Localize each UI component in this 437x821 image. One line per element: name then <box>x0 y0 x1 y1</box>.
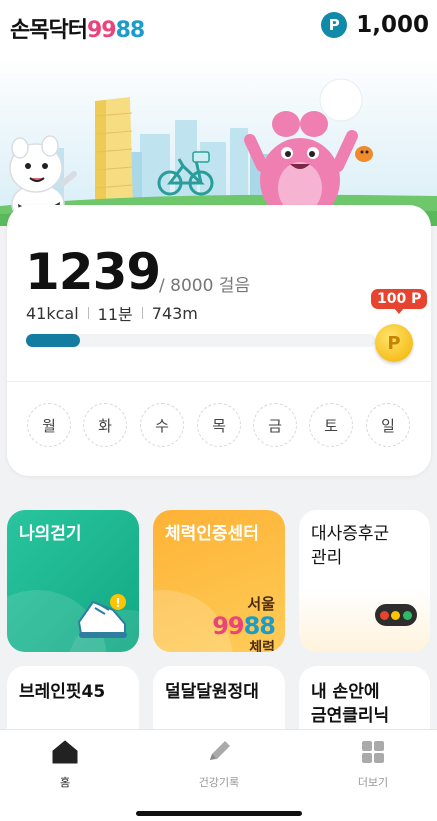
nav-health-log-label: 건강기록 <box>198 776 240 789</box>
day-sat[interactable]: 토 <box>309 403 353 447</box>
seoul-logo-88: 88 <box>243 612 276 640</box>
app-screen: 손목닥터9988 P 1,000 1239 / 8000 걸음 41kcal 1… <box>0 0 437 821</box>
dal-dal-title: 덜달달원정대 <box>165 682 259 702</box>
points-value: 1,000 <box>356 12 429 38</box>
card-divider <box>7 381 431 382</box>
home-indicator-bar[interactable] <box>136 811 302 816</box>
banner-illustration <box>0 78 437 226</box>
grid-icon <box>362 741 384 763</box>
pencil-icon <box>210 741 230 760</box>
seoul-9988-fitness-logo: 서울 9988 체력 <box>212 594 276 652</box>
step-progress-bar <box>26 334 376 347</box>
metabolic-title: 대사증후군 관리 <box>311 524 390 568</box>
minutes-value: 11분 <box>97 305 133 324</box>
points-display[interactable]: P 1,000 <box>321 12 429 38</box>
seoul-logo-line3: 체력 <box>249 640 275 652</box>
day-mon[interactable]: 월 <box>27 403 71 447</box>
nav-health-log[interactable]: 건강기록 <box>174 740 264 790</box>
day-sun[interactable]: 일 <box>366 403 410 447</box>
step-count: 1239 <box>25 243 161 301</box>
day-thu[interactable]: 목 <box>197 403 241 447</box>
logo-num-88: 88 <box>115 18 146 43</box>
hero-banner[interactable] <box>0 56 437 226</box>
brain-fit-title: 브레인핏45 <box>19 682 106 702</box>
step-goal: / 8000 걸음 <box>159 276 251 296</box>
my-walk-tile[interactable]: 나의걷기 ! <box>7 510 139 652</box>
logo-num-99: 99 <box>86 18 117 43</box>
seoul-logo-99: 99 <box>212 612 244 640</box>
home-icon <box>52 740 78 764</box>
day-fri[interactable]: 금 <box>253 403 297 447</box>
seoul-logo-number: 9988 <box>212 612 276 640</box>
nav-more-label: 더보기 <box>357 776 389 789</box>
distance-value: 743m <box>151 303 198 323</box>
step-summary-card[interactable]: 1239 / 8000 걸음 41kcal 11분 743m 100 P P 월… <box>7 205 431 476</box>
day-wed[interactable]: 수 <box>140 403 184 447</box>
nav-home[interactable]: 홈 <box>20 740 110 790</box>
step-progress-fill <box>26 334 81 347</box>
coin-reward-badge: 100 P <box>371 289 428 314</box>
p-coin-icon: P <box>321 12 348 38</box>
quit-smoking-title: 내 손안에 금연클리닉 <box>311 682 390 726</box>
top-header: 손목닥터9988 P 1,000 <box>0 0 437 56</box>
walk-decoration: ! <box>7 590 139 652</box>
traffic-light-icon <box>375 604 417 626</box>
metabolic-syndrome-tile[interactable]: 대사증후군 관리 <box>299 510 430 652</box>
stat-divider <box>141 307 143 319</box>
fitness-center-tile[interactable]: 체력인증센터 서울 9988 체력 <box>153 510 285 652</box>
nav-home-label: 홈 <box>59 776 71 789</box>
activity-stats: 41kcal 11분 743m <box>26 301 198 325</box>
reward-coin-icon[interactable]: P <box>375 324 413 362</box>
calories-value: 41kcal <box>26 303 79 323</box>
logo-text: 손목닥터 <box>10 18 88 43</box>
stat-divider <box>87 307 89 319</box>
seoul-logo-line1: 서울 <box>247 595 275 613</box>
svg-text:!: ! <box>115 596 120 610</box>
app-logo[interactable]: 손목닥터9988 <box>10 12 146 44</box>
nav-more[interactable]: 더보기 <box>328 740 418 790</box>
bottom-navigation: 홈 건강기록 더보기 <box>0 729 437 821</box>
day-tue[interactable]: 화 <box>83 403 127 447</box>
